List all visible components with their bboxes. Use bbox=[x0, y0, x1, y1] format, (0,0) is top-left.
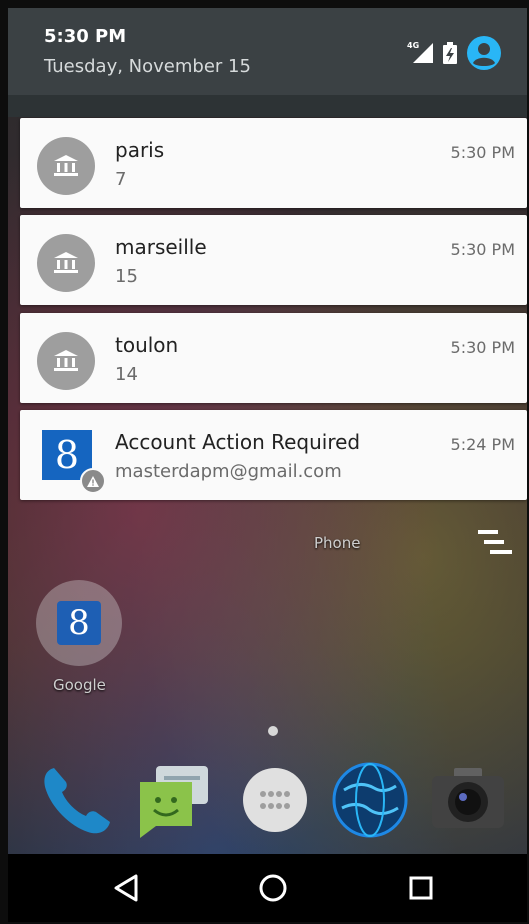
notification-time: 5:24 PM bbox=[450, 435, 515, 454]
page-indicator bbox=[268, 726, 278, 736]
date: Tuesday, November 15 bbox=[44, 56, 251, 77]
network-type: 4G bbox=[407, 41, 420, 50]
battery-charging-icon bbox=[443, 42, 457, 64]
bank-icon bbox=[37, 234, 95, 292]
recents-icon[interactable] bbox=[403, 870, 439, 906]
notification-time: 5:30 PM bbox=[450, 240, 515, 259]
notification-title: toulon bbox=[115, 333, 179, 357]
google-folder-icon: 8 bbox=[57, 601, 101, 645]
messenger-icon[interactable] bbox=[134, 760, 214, 840]
status-icons: 4G bbox=[407, 36, 501, 70]
notification-title: marseille bbox=[115, 235, 207, 259]
warning-icon bbox=[80, 468, 106, 494]
notification-text: 14 bbox=[115, 364, 138, 385]
notification-toulon[interactable]: toulon 14 5:30 PM bbox=[20, 313, 527, 403]
notification-paris[interactable]: paris 7 5:30 PM bbox=[20, 118, 527, 208]
clock: 5:30 PM bbox=[44, 26, 127, 47]
browser-globe-icon[interactable] bbox=[330, 760, 410, 840]
google-folder[interactable]: 8 bbox=[36, 580, 122, 666]
notification-text: masterdapm@gmail.com bbox=[115, 461, 342, 482]
google-folder-label: Google bbox=[53, 676, 106, 694]
bank-icon bbox=[37, 137, 95, 195]
phone-icon[interactable] bbox=[36, 760, 116, 840]
user-avatar-icon[interactable] bbox=[467, 36, 501, 70]
notification-time: 5:30 PM bbox=[450, 143, 515, 162]
navigation-bar bbox=[8, 854, 527, 922]
notification-text: 7 bbox=[115, 169, 127, 190]
clear-all-icon[interactable] bbox=[478, 530, 514, 558]
notification-title: Account Action Required bbox=[115, 430, 361, 454]
bank-icon bbox=[37, 332, 95, 390]
camera-icon[interactable] bbox=[428, 760, 508, 840]
home-icon[interactable] bbox=[255, 870, 291, 906]
notification-time: 5:30 PM bbox=[450, 338, 515, 357]
signal-icon: 4G bbox=[407, 41, 433, 63]
back-icon[interactable] bbox=[108, 870, 144, 906]
app-drawer-icon[interactable] bbox=[235, 760, 315, 840]
notification-marseille[interactable]: marseille 15 5:30 PM bbox=[20, 215, 527, 305]
notification-text: 15 bbox=[115, 266, 138, 287]
header-divider bbox=[8, 95, 527, 117]
device-screen: 5:30 PM Tuesday, November 15 4G paris 7 … bbox=[8, 8, 527, 922]
notification-account-action[interactable]: 8 Account Action Required masterdapm@gma… bbox=[20, 410, 527, 500]
notification-header[interactable]: 5:30 PM Tuesday, November 15 4G bbox=[8, 8, 527, 95]
phone-app-label: Phone bbox=[314, 534, 361, 552]
notification-title: paris bbox=[115, 138, 165, 162]
